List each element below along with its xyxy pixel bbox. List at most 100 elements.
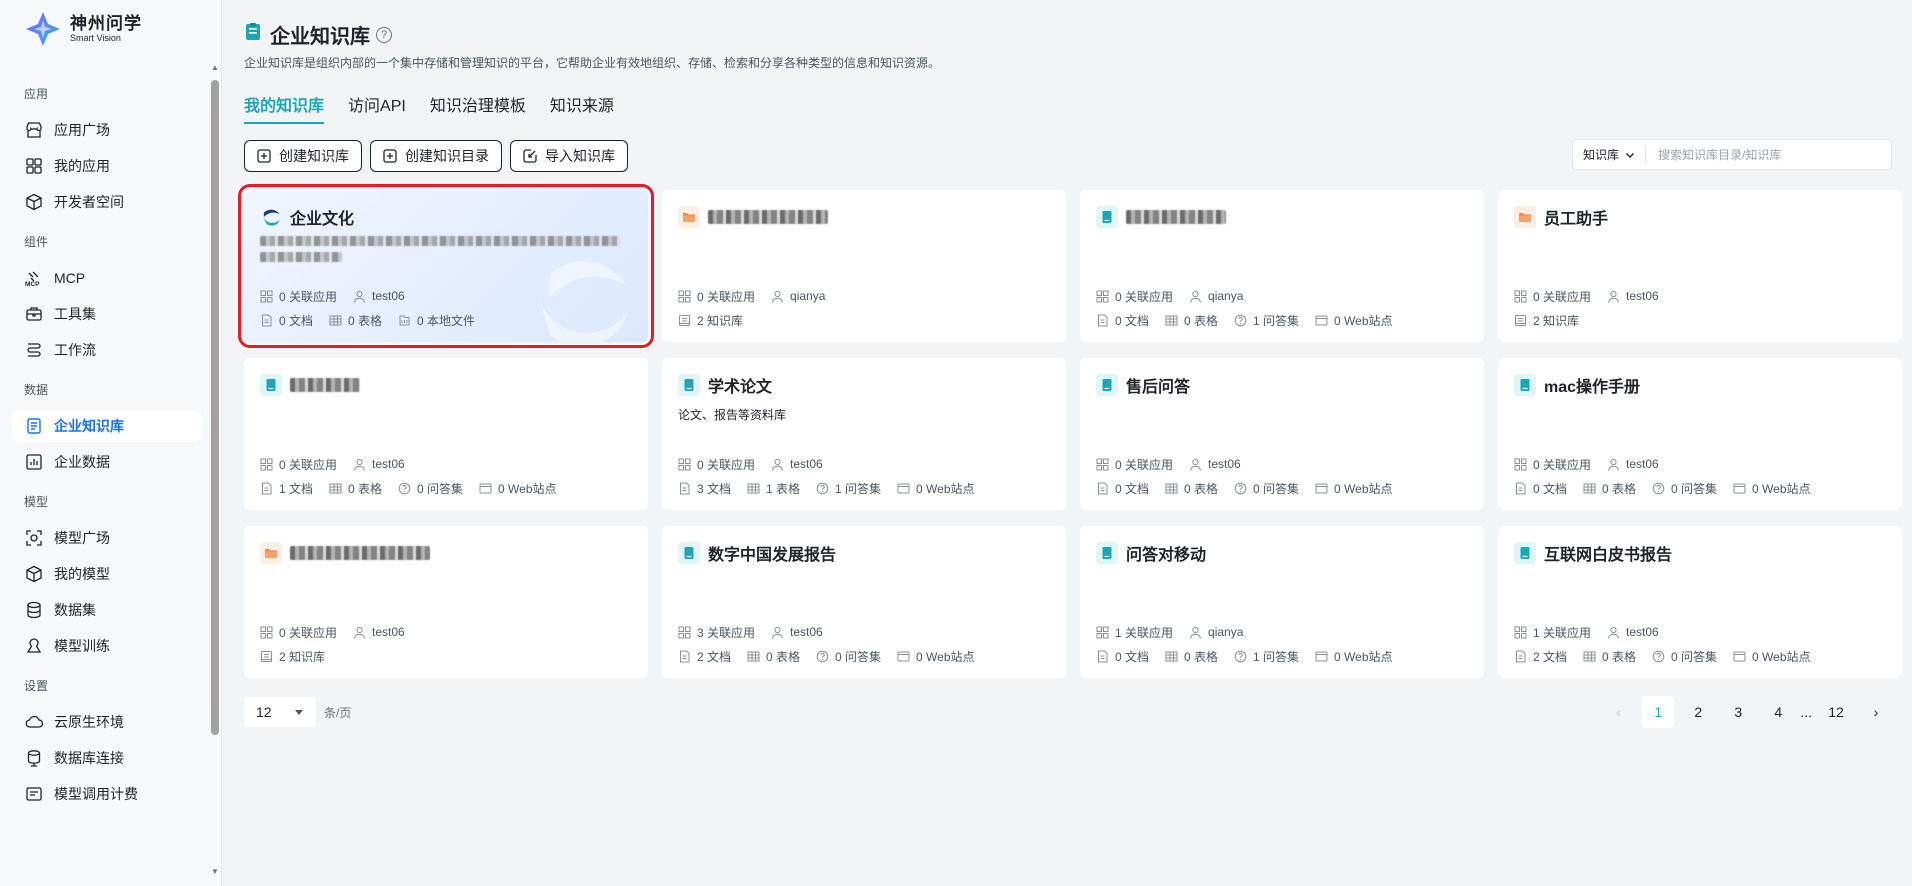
tab[interactable]: 访问API	[348, 92, 406, 124]
search-type-select[interactable]: 知识库	[1573, 145, 1647, 164]
scroll-down-arrow[interactable]: ▼	[211, 868, 219, 876]
page-number-button[interactable]: 2	[1682, 696, 1714, 728]
card-stat: 0 Web站点	[1733, 648, 1811, 665]
page-number-button[interactable]: 12	[1820, 696, 1852, 728]
sidebar-item[interactable]: 我的应用	[12, 150, 202, 182]
knowledge-base-card[interactable]: 售后问答 0 关联应用 test06 0 文档 0 表格 0 问答集 0 Web站点	[1080, 358, 1484, 510]
owner-text: test06	[1626, 625, 1659, 639]
card-stat: 3 文档	[678, 480, 731, 497]
card-stat: 0 Web站点	[479, 480, 557, 497]
sidebar-item[interactable]: 我的模型	[12, 558, 202, 590]
web-icon	[897, 651, 910, 661]
owner-text: qianya	[790, 289, 826, 303]
linked-apps-text: 0 关联应用	[1115, 457, 1174, 472]
user-icon	[772, 290, 784, 303]
help-icon[interactable]: ?	[376, 26, 392, 43]
import-kb-button[interactable]: 导入知识库	[510, 140, 628, 172]
doc-icon	[680, 482, 690, 494]
card-stat: 0 Web站点	[897, 648, 975, 665]
knowledge-base-card[interactable]: 问答对移动 1 关联应用 qianya 0 文档 0 表格 1 问答集 0 Web站点	[1080, 526, 1484, 678]
card-linked-apps: 1 关联应用	[1096, 624, 1173, 641]
page-number-button[interactable]: 4	[1762, 696, 1794, 728]
knowledge-base-card[interactable]: 0 关联应用 qianya 0 文档 0 表格 1 问答集 0 Web站点	[1080, 190, 1484, 342]
linked-apps-text: 0 关联应用	[1533, 457, 1592, 472]
sidebar-item[interactable]: 工作流	[12, 334, 202, 366]
sidebar-item[interactable]: 企业数据	[12, 446, 202, 478]
next-page-button[interactable]: ›	[1860, 696, 1892, 728]
sidebar-item[interactable]: 模型广场	[12, 522, 202, 554]
card-owner: test06	[1607, 625, 1659, 639]
card-title: 学术论文	[708, 379, 773, 396]
knowledge-base-card[interactable]: 0 关联应用 test06 1 文档 0 表格 0 问答集 0 Web站点	[244, 358, 648, 510]
sidebar-item-label: 云原生环境	[54, 714, 124, 730]
create-dir-button[interactable]: 创建知识目录	[370, 140, 502, 172]
sidebar-item[interactable]: 模型训练	[12, 630, 202, 662]
card-stat: 0 Web站点	[1733, 480, 1811, 497]
sidebar-item-label: MCP	[54, 270, 86, 286]
kb-icon	[679, 314, 690, 326]
sidebar-item[interactable]: 企业知识库	[12, 410, 202, 442]
sidebar-item[interactable]: 数据集	[12, 594, 202, 626]
create-dir-label: 创建知识目录	[405, 148, 489, 164]
card-stat: 2 知识库	[260, 648, 325, 665]
linked-apps-text: 0 关联应用	[279, 457, 338, 472]
sidebar-item-label: 工作流	[54, 342, 96, 358]
sidebar-item[interactable]: 模型调用计费	[12, 778, 202, 810]
card-stat-text: 0 Web站点	[1752, 649, 1811, 664]
pagination: ‹ 1 2 3 4... 12 ›	[1594, 696, 1892, 728]
logo[interactable]: 神州问学 Smart Vision	[24, 10, 142, 48]
sidebar-item[interactable]: MCP MCP	[12, 262, 202, 294]
sidebar-item-label: 我的应用	[54, 158, 110, 174]
watermark-icon	[539, 261, 627, 342]
qa-icon	[1652, 482, 1665, 494]
card-stat-text: 0 文档	[1115, 481, 1150, 496]
knowledge-base-card[interactable]: 员工助手 0 关联应用 test06 2 知识库	[1498, 190, 1902, 342]
search-box: 知识库	[1572, 139, 1892, 170]
tab[interactable]: 我的知识库	[244, 92, 325, 124]
qa-icon	[1652, 650, 1665, 662]
doc-icon	[262, 314, 272, 326]
create-kb-button[interactable]: 创建知识库	[244, 140, 362, 172]
table-icon	[1165, 315, 1178, 325]
card-stat-text: 1 问答集	[1253, 649, 1300, 664]
knowledge-base-card[interactable]: mac操作手册 0 关联应用 test06 0 文档 0 表格 0 问答集 0 Web…	[1498, 358, 1902, 510]
sidebar-item[interactable]: 工具集	[12, 298, 202, 330]
tab[interactable]: 知识来源	[550, 92, 614, 124]
page-size-select[interactable]: 12	[244, 697, 316, 727]
knowledge-base-card[interactable]: 数字中国发展报告 3 关联应用 test06 2 文档 0 表格 0 问答集 0 We…	[662, 526, 1066, 678]
sidebar-section-label: 数据	[24, 383, 49, 397]
card-owner: test06	[353, 457, 405, 471]
card-title: mac操作手册	[1544, 379, 1641, 396]
card-stat-text: 0 Web站点	[1752, 481, 1811, 496]
folder-icon	[678, 206, 700, 228]
page-number-button[interactable]: 3	[1722, 696, 1754, 728]
linked-apps-text: 0 关联应用	[279, 625, 338, 640]
page-number-button[interactable]: 1	[1642, 696, 1675, 728]
prev-page-button[interactable]: ‹	[1602, 696, 1634, 728]
search-input[interactable]	[1646, 140, 1847, 169]
card-owner: test06	[353, 289, 405, 303]
plus-square-icon	[383, 149, 397, 163]
knowledge-base-card[interactable]: 互联网白皮书报告 1 关联应用 test06 2 文档 0 表格 0 问答集 0 We…	[1498, 526, 1902, 678]
card-stat: 2 文档	[678, 648, 731, 665]
user-icon	[1608, 626, 1620, 639]
sidebar-item[interactable]: 云原生环境	[12, 706, 202, 738]
knowledge-base-card[interactable]: 企业文化 0 关联应用 test06 0 文档 0 表格 0 本地文件	[238, 184, 654, 348]
book-icon	[1514, 542, 1536, 564]
action-bar: 创建知识库 创建知识目录 导入知识库	[244, 140, 636, 172]
knowledge-base-card[interactable]: 0 关联应用 qianya 2 知识库	[662, 190, 1066, 342]
linked-apps-text: 0 关联应用	[697, 457, 756, 472]
sidebar-item[interactable]: 开发者空间	[12, 186, 202, 218]
card-linked-apps: 1 关联应用	[1514, 624, 1591, 641]
knowledge-base-card[interactable]: 学术论文 论文、报告等资料库 0 关联应用 test06 3 文档 1 表格 1 问…	[662, 358, 1066, 510]
tab[interactable]: 知识治理模板	[430, 92, 526, 124]
card-linked-apps: 0 关联应用	[678, 288, 755, 305]
sidebar-item[interactable]: 应用广场	[12, 114, 202, 146]
page-ellipsis: ...	[1800, 704, 1812, 720]
redacted-title	[290, 378, 360, 392]
sidebar-scrollbar[interactable]	[211, 80, 219, 735]
scroll-up-arrow[interactable]: ▲	[211, 64, 219, 72]
sidebar-item[interactable]: 数据库连接	[12, 742, 202, 774]
local-file-icon	[399, 315, 410, 325]
knowledge-base-card[interactable]: 0 关联应用 test06 2 知识库	[244, 526, 648, 678]
